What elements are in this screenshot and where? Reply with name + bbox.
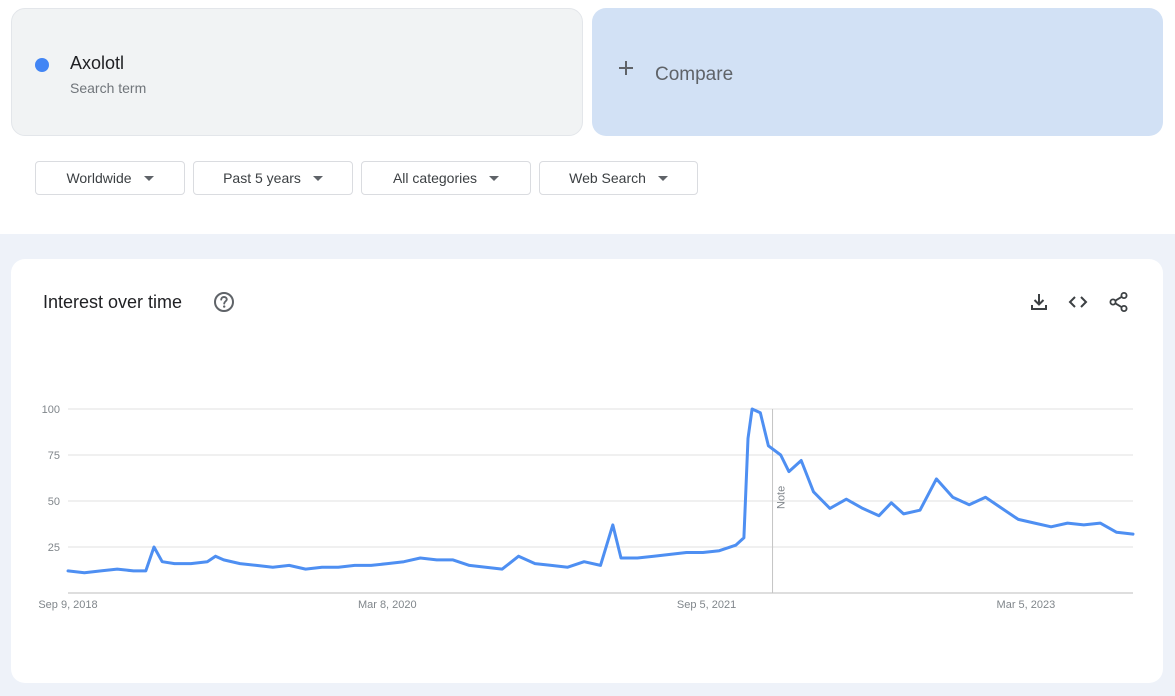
y-tick-label: 100 <box>42 404 60 416</box>
search-term-subtitle: Search term <box>70 80 147 96</box>
filter-region[interactable]: Worldwide <box>35 161 185 195</box>
series-color-dot <box>35 58 49 72</box>
caret-down-icon <box>143 175 154 181</box>
filter-time-range[interactable]: Past 5 years <box>193 161 353 195</box>
y-tick-label: 50 <box>48 496 60 508</box>
filter-region-label: Worldwide <box>66 170 132 186</box>
filter-category-label: All categories <box>392 170 478 186</box>
caret-down-icon <box>312 175 323 181</box>
y-tick-label: 75 <box>48 450 60 462</box>
compare-button[interactable]: Compare <box>592 8 1163 136</box>
x-tick-label: Sep 9, 2018 <box>38 599 97 611</box>
filter-search-type-label: Web Search <box>569 170 646 186</box>
x-tick-label: Mar 5, 2023 <box>997 599 1056 611</box>
filter-search-type[interactable]: Web Search <box>539 161 698 195</box>
search-term-card[interactable]: Axolotl Search term <box>11 8 583 136</box>
interest-chart: 25 50 75 100 Sep 9, 2018 Mar 8, 2020 Sep 5, 20… <box>38 404 1135 611</box>
y-tick-label: 25 <box>48 542 60 554</box>
x-tick-label: Sep 5, 2021 <box>677 599 736 611</box>
plus-icon <box>619 61 633 75</box>
series-line-axolotl <box>66 407 1135 575</box>
x-tick-label: Mar 8, 2020 <box>358 599 417 611</box>
caret-down-icon <box>657 175 668 181</box>
compare-label: Compare <box>655 64 734 85</box>
note-label: Note <box>776 486 788 509</box>
filter-time-range-label: Past 5 years <box>223 170 301 186</box>
filter-category[interactable]: All categories <box>361 161 531 195</box>
search-term-name[interactable]: Axolotl <box>70 53 124 74</box>
caret-down-icon <box>489 175 500 181</box>
interest-over-time-card: Interest over time 25 50 75 100 Sep 9, 2018 M… <box>11 259 1163 683</box>
filter-bar: Worldwide Past 5 years All categories We… <box>11 146 1163 210</box>
